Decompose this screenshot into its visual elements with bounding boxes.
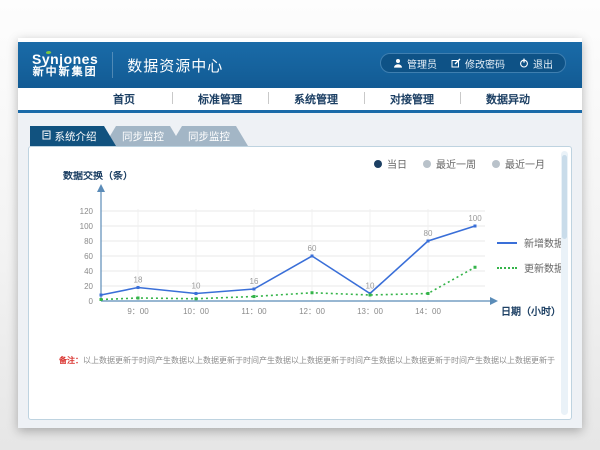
radio-today-label: 当日 bbox=[387, 156, 407, 171]
svg-text:10：00: 10：00 bbox=[183, 307, 209, 316]
svg-text:0: 0 bbox=[89, 297, 94, 306]
nav-item-data-change[interactable]: 数据异动 bbox=[460, 91, 556, 107]
legend-item-new-data: 新增数据 bbox=[497, 235, 564, 250]
logout-label: 退出 bbox=[533, 56, 553, 71]
nav-item-standard-mgmt[interactable]: 标准管理 bbox=[172, 91, 268, 107]
svg-text:18: 18 bbox=[134, 276, 143, 285]
svg-text:9：00: 9：00 bbox=[127, 307, 149, 316]
app-header: Synjones 新中新集团 数据资源中心 管理员 修改密码 bbox=[18, 42, 582, 88]
main-nav: 首页 标准管理 系统管理 对接管理 数据异动 bbox=[18, 88, 582, 110]
desktop-background: Synjones 新中新集团 数据资源中心 管理员 修改密码 bbox=[0, 0, 600, 450]
radio-last-week[interactable]: 最近一周 bbox=[423, 156, 476, 171]
radio-last-month[interactable]: 最近一月 bbox=[492, 156, 545, 171]
power-icon bbox=[519, 58, 529, 68]
legend-update-data-label: 更新数据 bbox=[524, 260, 564, 275]
tab-sync-monitor-1[interactable]: 同步监控 bbox=[104, 126, 182, 146]
svg-text:60: 60 bbox=[308, 244, 317, 253]
tab-sync-monitor-2[interactable]: 同步监控 bbox=[170, 126, 248, 146]
tab-system-intro-label: 系统介绍 bbox=[55, 129, 97, 144]
chart-panel: 当日 最近一周 最近一月 0 20 40 60 80 100 120 9：00 10：00 11：… bbox=[28, 146, 572, 420]
svg-text:100: 100 bbox=[80, 222, 94, 231]
date-range-filter: 当日 最近一周 最近一月 bbox=[374, 156, 545, 171]
logout-button[interactable]: 退出 bbox=[519, 56, 553, 71]
page-title: 数据资源中心 bbox=[127, 55, 223, 76]
svg-text:120: 120 bbox=[80, 207, 94, 216]
tab-sync-monitor-1-label: 同步监控 bbox=[122, 129, 164, 144]
svg-text:12：00: 12：00 bbox=[299, 307, 325, 316]
panel-scrollbar[interactable] bbox=[561, 151, 568, 415]
radio-today[interactable]: 当日 bbox=[374, 156, 407, 171]
tab-system-intro[interactable]: 系统介绍 bbox=[30, 126, 116, 146]
radio-unselected-icon bbox=[492, 160, 500, 168]
radio-unselected-icon bbox=[423, 160, 431, 168]
nav-item-interface-mgmt[interactable]: 对接管理 bbox=[364, 91, 460, 107]
nav-item-system-mgmt[interactable]: 系统管理 bbox=[268, 91, 364, 107]
svg-text:日期（小时）: 日期（小时） bbox=[501, 305, 561, 318]
svg-text:11：00: 11：00 bbox=[241, 307, 267, 316]
svg-text:40: 40 bbox=[84, 267, 93, 276]
chart-legend: 新增数据 更新数据 bbox=[497, 235, 564, 285]
svg-text:13：00: 13：00 bbox=[357, 307, 383, 316]
app-window: Synjones 新中新集团 数据资源中心 管理员 修改密码 bbox=[18, 38, 582, 428]
svg-text:20: 20 bbox=[84, 282, 93, 291]
svg-text:10: 10 bbox=[192, 282, 201, 291]
legend-item-update-data: 更新数据 bbox=[497, 260, 564, 275]
nav-item-home[interactable]: 首页 bbox=[76, 91, 172, 107]
solid-line-swatch bbox=[497, 242, 517, 244]
svg-text:80: 80 bbox=[84, 237, 93, 246]
company-logo: Synjones 新中新集团 bbox=[32, 52, 113, 78]
svg-text:80: 80 bbox=[424, 229, 433, 238]
change-password-button[interactable]: 修改密码 bbox=[451, 56, 505, 71]
svg-text:100: 100 bbox=[468, 214, 482, 223]
footnote: 备注：以上数据更新于时间产生数据以上数据更新于时间产生数据以上数据更新于时间产生… bbox=[59, 355, 555, 366]
content-area: 系统介绍 同步监控 同步监控 当日 最近一周 bbox=[18, 113, 582, 428]
document-icon bbox=[42, 130, 51, 143]
svg-text:10: 10 bbox=[366, 282, 375, 291]
legend-new-data-label: 新增数据 bbox=[524, 235, 564, 250]
radio-last-week-label: 最近一周 bbox=[436, 156, 476, 171]
change-password-label: 修改密码 bbox=[465, 56, 505, 71]
user-icon bbox=[393, 58, 403, 68]
admin-user-button[interactable]: 管理员 bbox=[393, 56, 437, 71]
admin-user-label: 管理员 bbox=[407, 56, 437, 71]
svg-text:60: 60 bbox=[84, 252, 93, 261]
dotted-line-swatch bbox=[497, 267, 517, 269]
radio-selected-icon bbox=[374, 160, 382, 168]
logo-subtext: 新中新集团 bbox=[32, 67, 98, 79]
footnote-text: 以上数据更新于时间产生数据以上数据更新于时间产生数据以上数据更新于时间产生数据以… bbox=[83, 356, 555, 365]
svg-text:16: 16 bbox=[250, 277, 259, 286]
radio-last-month-label: 最近一月 bbox=[505, 156, 545, 171]
svg-text:14：00: 14：00 bbox=[415, 307, 441, 316]
logo-text: Synjones bbox=[32, 52, 98, 67]
tab-sync-monitor-2-label: 同步监控 bbox=[188, 129, 230, 144]
edit-icon bbox=[451, 58, 461, 68]
svg-text:数据交换（条）: 数据交换（条） bbox=[63, 171, 133, 182]
user-menu: 管理员 修改密码 退出 bbox=[380, 53, 566, 73]
scrollbar-thumb[interactable] bbox=[562, 155, 567, 239]
tab-bar: 系统介绍 同步监控 同步监控 bbox=[30, 126, 582, 146]
footnote-label: 备注： bbox=[59, 356, 83, 365]
